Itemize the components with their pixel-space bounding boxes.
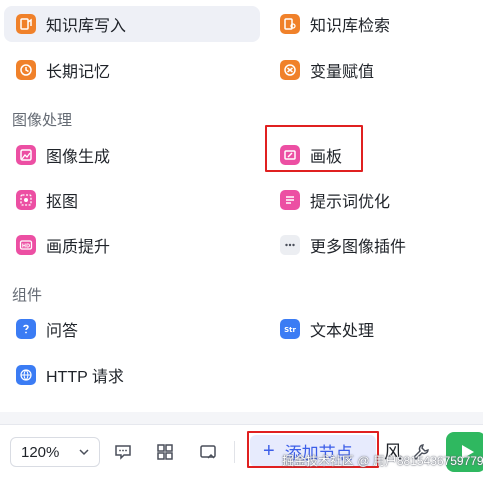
more-icon xyxy=(280,235,300,255)
menu-item-label: 图像生成 xyxy=(46,149,111,166)
menu-item-question[interactable]: 问答 xyxy=(4,311,260,347)
menu-item-cutout[interactable]: 抠图 xyxy=(4,182,260,218)
menu-item-label: 更多图像插件 xyxy=(310,239,407,256)
layout-button[interactable] xyxy=(153,440,177,464)
chevron-down-icon xyxy=(79,449,89,456)
menu-item-canvas-board[interactable]: 画板 xyxy=(268,137,478,173)
watermark-text: 掘金技术社区 @ 用户8815436759779 xyxy=(282,454,483,468)
menu-item-label: 画板 xyxy=(310,149,343,166)
menu-item-knowledge-search[interactable]: 知识库检索 xyxy=(268,6,478,42)
menu-item-knowledge-write[interactable]: 知识库写入 xyxy=(4,6,260,42)
image-generate-icon xyxy=(16,145,36,165)
menu-item-label: 知识库写入 xyxy=(46,18,127,35)
toolbar-divider xyxy=(234,441,235,463)
menu-item-prompt-optimize[interactable]: 提示词优化 xyxy=(268,182,478,218)
menu-item-more-image-plugins[interactable]: 更多图像插件 xyxy=(268,227,478,263)
hd-enhance-icon: HD xyxy=(16,235,36,255)
svg-text:HD: HD xyxy=(22,243,30,249)
minimap-icon xyxy=(200,445,216,459)
menu-item-label: 抠图 xyxy=(46,194,79,211)
question-icon xyxy=(16,319,36,339)
variable-assign-icon xyxy=(280,60,300,80)
menu-item-label: HTTP 请求 xyxy=(46,369,124,386)
menu-item-long-term-memory[interactable]: 长期记忆 xyxy=(4,52,260,88)
section-title-image: 图像处理 xyxy=(12,112,73,129)
prompt-optimize-icon xyxy=(280,190,300,210)
section-title-components: 组件 xyxy=(12,287,43,304)
comment-button[interactable] xyxy=(111,440,135,464)
zoom-select[interactable]: 120% xyxy=(10,437,100,467)
long-term-memory-icon xyxy=(16,60,36,80)
menu-item-text-process[interactable]: Str 文本处理 xyxy=(268,311,478,347)
menu-item-hd-enhance[interactable]: HD 画质提升 xyxy=(4,227,260,263)
grid-layout-icon xyxy=(157,444,173,460)
menu-item-image-generate[interactable]: 图像生成 xyxy=(4,137,260,173)
menu-item-label: 变量赋值 xyxy=(310,64,375,81)
knowledge-search-icon xyxy=(280,14,300,34)
plus-icon: + xyxy=(263,439,275,462)
menu-item-label: 画质提升 xyxy=(46,239,111,256)
http-icon xyxy=(16,365,36,385)
menu-item-label: 长期记忆 xyxy=(46,64,111,81)
zoom-value: 120% xyxy=(21,443,60,461)
menu-item-label: 提示词优化 xyxy=(310,194,391,211)
text-process-icon: Str xyxy=(280,319,300,339)
menu-item-label: 知识库检索 xyxy=(310,18,391,35)
menu-item-http-request[interactable]: HTTP 请求 xyxy=(4,357,260,393)
menu-item-label: 问答 xyxy=(46,323,79,340)
menu-item-variable-assign[interactable]: 变量赋值 xyxy=(268,52,478,88)
knowledge-write-icon xyxy=(16,14,36,34)
minimap-button[interactable] xyxy=(196,440,220,464)
cutout-icon xyxy=(16,190,36,210)
comment-icon xyxy=(115,445,131,460)
node-menu-panel: 知识库写入 知识库检索 长期记忆 变量赋值 图像处理 图像生成 画板 抠图 提示… xyxy=(0,0,483,412)
svg-text:Str: Str xyxy=(284,326,296,334)
menu-item-label: 文本处理 xyxy=(310,323,375,340)
canvas-board-icon xyxy=(280,145,300,165)
